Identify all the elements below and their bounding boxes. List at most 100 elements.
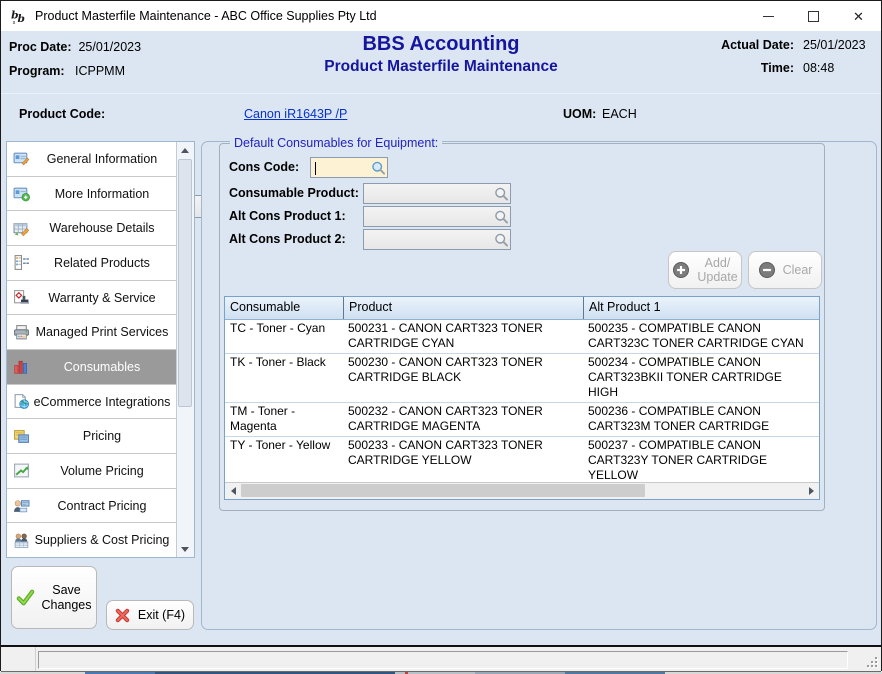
save-changes-button[interactable]: SaveChanges (11, 566, 97, 629)
table-header: Consumable Product Alt Product 1 (225, 297, 819, 320)
scroll-down-button[interactable] (177, 541, 193, 557)
cell-alt-product-1: 500237 - COMPATIBLE CANON CART323Y TONER… (583, 437, 819, 482)
header-right: Actual Date:25/01/2023 Time:08:48 (692, 38, 873, 84)
table-row[interactable]: TY - Toner - Yellow 500233 - CANON CART3… (225, 437, 819, 482)
cons-code-label: Cons Code: (229, 160, 299, 174)
alt-cons-product2-label: Alt Cons Product 2: (229, 232, 346, 246)
scroll-left-button[interactable] (225, 483, 241, 498)
table-row[interactable]: TC - Toner - Cyan 500231 - CANON CART323… (225, 320, 819, 354)
time-value: 08:48 (803, 61, 873, 75)
more-information-icon (13, 185, 30, 202)
search-icon[interactable] (494, 209, 509, 224)
managed-print-services-icon (13, 324, 30, 341)
sidebar-item-related-products[interactable]: Related Products (7, 246, 176, 281)
minimize-icon (763, 16, 774, 17)
screen: bbs Product Masterfile Maintenance - ABC… (0, 0, 882, 674)
table-horizontal-scrollbar[interactable] (225, 482, 819, 499)
contract-pricing-icon (13, 497, 30, 514)
table-row[interactable]: TK - Toner - Black 500230 - CANON CART32… (225, 354, 819, 403)
status-bar (1, 647, 881, 672)
program-row: Program: ICPPMM (9, 62, 125, 80)
save-changes-label: SaveChanges (41, 583, 91, 613)
sidebar-item-label: eCommerce Integrations (30, 395, 174, 409)
close-button[interactable]: ✕ (836, 1, 881, 31)
sidebar-items: General Information More Information War… (7, 142, 176, 557)
sidebar-item-consumables[interactable]: Consumables (7, 350, 176, 385)
uom-value: EACH (602, 107, 637, 121)
chevron-down-icon (181, 547, 189, 552)
status-message-field (38, 651, 848, 669)
cell-consumable: TC - Toner - Cyan (225, 320, 343, 353)
add-update-button[interactable]: Add/Update (668, 251, 742, 289)
minimize-button[interactable] (746, 1, 791, 31)
search-icon[interactable] (494, 232, 509, 247)
program-label: Program: (9, 64, 65, 78)
scrollbar-thumb[interactable] (178, 159, 192, 407)
cell-product: 500231 - CANON CART323 TONER CARTRIDGE C… (343, 320, 583, 353)
consumable-product-field (363, 183, 511, 204)
sidebar-item-contract-pricing[interactable]: Contract Pricing (7, 489, 176, 524)
chevron-up-icon (181, 148, 189, 153)
search-icon[interactable] (371, 160, 386, 175)
title-bar: bbs Product Masterfile Maintenance - ABC… (1, 1, 881, 31)
exit-button[interactable]: Exit (F4) (106, 600, 194, 630)
cell-consumable: TY - Toner - Yellow (225, 437, 343, 482)
consumable-product-label: Consumable Product: (229, 186, 359, 200)
sidebar-item-general-information[interactable]: General Information (7, 142, 176, 177)
add-update-label: Add/Update (697, 256, 737, 284)
column-header-consumable[interactable]: Consumable (225, 297, 343, 319)
clear-label: Clear (783, 263, 813, 277)
maximize-button[interactable] (791, 1, 836, 31)
sidebar-item-label: Managed Print Services (30, 325, 174, 339)
time-label: Time: (692, 61, 794, 75)
cell-product: 500233 - CANON CART323 TONER CARTRIDGE Y… (343, 437, 583, 482)
alt-cons-product2-field (363, 229, 511, 250)
sidebar-item-warehouse-details[interactable]: Warehouse Details (7, 211, 176, 246)
svg-text:b: b (17, 11, 24, 24)
cell-alt-product-1: 500236 - COMPATIBLE CANON CART323M TONER… (583, 403, 819, 436)
alt-cons-product1-input[interactable] (364, 207, 510, 226)
clear-button[interactable]: Clear (748, 251, 822, 289)
consumables-table: Consumable Product Alt Product 1 TC - To… (224, 296, 820, 500)
table-row[interactable]: TM - Toner - Magenta 500232 - CANON CART… (225, 403, 819, 437)
cell-consumable: TM - Toner - Magenta (225, 403, 343, 436)
default-consumables-groupbox: Default Consumables for Equipment: Cons … (219, 143, 825, 511)
sidebar-item-label: More Information (30, 187, 174, 201)
proc-date-value: 25/01/2023 (78, 40, 141, 54)
window-title: Product Masterfile Maintenance - ABC Off… (35, 9, 746, 23)
column-header-alt-product-1[interactable]: Alt Product 1 (583, 297, 819, 319)
cell-alt-product-1: 500234 - COMPATIBLE CANON CART323BKII TO… (583, 354, 819, 402)
sidebar-item-suppliers-cost-pricing[interactable]: Suppliers & Cost Pricing (7, 523, 176, 557)
sidebar-item-label: General Information (30, 152, 174, 166)
scroll-up-button[interactable] (177, 142, 193, 158)
sidebar-item-more-information[interactable]: More Information (7, 177, 176, 212)
sidebar-item-label: Contract Pricing (30, 499, 174, 513)
column-header-product[interactable]: Product (343, 297, 583, 319)
screen-title: Product Masterfile Maintenance (324, 58, 557, 76)
sidebar-item-ecommerce-integrations[interactable]: eCommerce Integrations (7, 385, 176, 420)
alt-cons-product2-input[interactable] (364, 230, 510, 249)
pricing-icon (13, 428, 30, 445)
cell-product: 500230 - CANON CART323 TONER CARTRIDGE B… (343, 354, 583, 402)
sidebar-item-pricing[interactable]: Pricing (7, 419, 176, 454)
search-icon[interactable] (494, 186, 509, 201)
sidebar-scrollbar[interactable] (176, 142, 194, 557)
product-description-link[interactable]: Canon iR1643P /P (244, 107, 347, 121)
svg-text:s: s (13, 19, 16, 24)
center-titles: BBS Accounting Product Masterfile Mainte… (324, 33, 557, 76)
scrollbar-thumb[interactable] (241, 484, 645, 497)
sidebar-item-label: Volume Pricing (30, 464, 174, 478)
proc-date-label: Proc Date: (9, 40, 72, 54)
uom-label: UOM: (563, 107, 596, 121)
scroll-right-button[interactable] (803, 483, 819, 498)
consumable-product-input[interactable] (364, 184, 510, 203)
cell-alt-product-1: 500235 - COMPATIBLE CANON CART323C TONER… (583, 320, 819, 353)
sidebar-item-label: Suppliers & Cost Pricing (30, 533, 174, 547)
actual-date-value: 25/01/2023 (803, 38, 873, 52)
sidebar-item-label: Warranty & Service (30, 291, 174, 305)
resize-grip-icon[interactable] (865, 655, 877, 667)
sidebar-item-managed-print-services[interactable]: Managed Print Services (7, 315, 176, 350)
sidebar-item-volume-pricing[interactable]: Volume Pricing (7, 454, 176, 489)
app-window: bbs Product Masterfile Maintenance - ABC… (0, 0, 882, 671)
sidebar-item-warranty-service[interactable]: Warranty & Service (7, 281, 176, 316)
